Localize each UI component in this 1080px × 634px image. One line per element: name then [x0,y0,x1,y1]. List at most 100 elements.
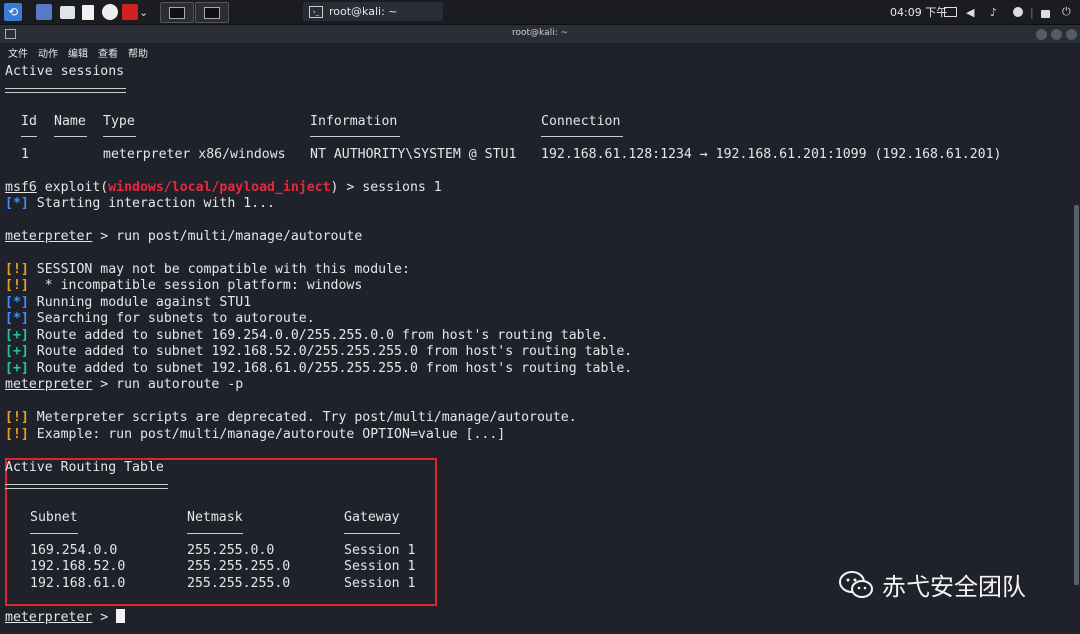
kali-menu-icon[interactable]: ⟲ [4,3,22,21]
display-icon[interactable] [944,3,957,21]
col-underline [187,533,243,534]
route-gateway: Session 1 [344,576,416,591]
show-desktop-icon[interactable] [36,3,52,21]
meterpreter-prompt-line: meterpreter > run autoroute -p [5,377,243,393]
volume-icon[interactable]: ◀ [966,3,974,21]
power-icon[interactable]: ⏻ [1062,3,1071,21]
prompt-command: > run post/multi/manage/autoroute [92,229,363,244]
col-underline [541,136,623,137]
ok-tag: [+] [5,344,29,359]
module-name: windows/local/payload_inject [108,180,331,195]
power-status-icon[interactable] [1013,3,1023,21]
app-launcher-icon[interactable] [122,3,138,21]
col-underline [344,533,400,534]
route-netmask: 255.255.255.0 [187,576,291,591]
info-tag: [*] [5,295,29,310]
menu-action[interactable]: 动作 [38,45,58,60]
msf-prompt-line: msf6 exploit(windows/local/payload_injec… [5,180,442,196]
ok-tag: [+] [5,328,29,343]
output-text: Route added to subnet 169.254.0.0/255.25… [36,328,609,343]
msf-prompt: msf6 [5,180,37,195]
watermark: 赤弋安全团队 [838,567,1026,602]
workspace-2[interactable] [195,2,229,23]
meterpreter-prompt: meterpreter [5,377,93,392]
warn-tag: [!] [5,262,29,277]
output-text: Example: run post/multi/manage/autoroute… [36,427,506,442]
output-line: [+] Route added to subnet 192.168.52.0/2… [5,344,632,360]
col-underline [103,136,136,137]
terminal-icon: ›_ [309,5,323,18]
col-underline [54,136,87,137]
wechat-icon [838,570,874,600]
file-manager-icon[interactable] [60,3,75,21]
menu-file[interactable]: 文件 [8,45,28,60]
output-text: Starting interaction with 1... [36,196,275,211]
lock-icon[interactable] [1041,3,1050,21]
close-button[interactable] [1066,29,1077,40]
panel-separator: | [1030,5,1034,19]
warn-tag: [!] [5,427,29,442]
col-type: Type [103,114,135,129]
workspace-1[interactable] [160,2,194,23]
sessions-heading: Active sessions [5,64,125,79]
col-name: Name [54,114,86,129]
output-text: Searching for subnets to autoroute. [36,311,315,326]
col-netmask: Netmask [187,510,243,525]
output-line: [+] Route added to subnet 169.254.0.0/25… [5,328,608,344]
route-netmask: 255.255.0.0 [187,543,275,558]
output-text: Route added to subnet 192.168.61.0/255.2… [36,361,633,376]
chevron-down-icon[interactable]: ⌄ [139,3,148,21]
session-connection: 192.168.61.128:1234 → 192.168.61.201:109… [541,147,1002,162]
terminal-output[interactable]: Active sessions Id Name Type Information… [5,62,1070,634]
route-gateway: Session 1 [344,543,416,558]
info-tag: [*] [5,311,29,326]
prompt-command: ) > sessions 1 [330,180,442,195]
text-cursor [116,609,126,623]
output-line: [!] * incompatible session platform: win… [5,278,362,294]
session-id: 1 [21,147,29,162]
col-subnet: Subnet [30,510,78,525]
menu-edit[interactable]: 编辑 [68,45,88,60]
warn-tag: [!] [5,410,29,425]
maximize-button[interactable] [1051,29,1062,40]
session-info: NT AUTHORITY\SYSTEM @ STU1 [310,147,517,162]
prompt-text: exploit( [36,180,109,195]
clock[interactable]: 04:09 下午 [890,4,947,20]
menu-help[interactable]: 帮助 [128,45,148,60]
menu-view[interactable]: 查看 [98,45,118,60]
heading-underline [5,88,126,93]
session-type: meterpreter x86/windows [103,147,286,162]
output-text: * incompatible session platform: windows [36,278,363,293]
text-editor-icon[interactable] [82,3,94,21]
window-titlebar[interactable]: root@kali: ~ [0,25,1080,43]
output-line: [!] Example: run post/multi/manage/autor… [5,427,505,443]
scrollbar[interactable] [1074,205,1079,585]
output-text: SESSION may not be compatible with this … [36,262,410,277]
prompt-command: > run autoroute -p [92,377,244,392]
col-id: Id [21,114,37,129]
meterpreter-prompt: meterpreter [5,229,93,244]
col-underline [21,136,37,137]
browser-icon[interactable] [102,3,118,21]
output-text: Running module against STU1 [36,295,252,310]
top-panel: ⟲ ⌄ ›_ root@kali: ~ 04:09 下午 ◀ ♪ | ⏻ [0,0,1080,25]
meterpreter-prompt-line[interactable]: meterpreter > [5,609,126,626]
notification-bell-icon[interactable]: ♪ [990,3,997,21]
route-netmask: 255.255.255.0 [187,559,291,574]
col-underline [310,136,400,137]
output-text: Route added to subnet 192.168.52.0/255.2… [36,344,633,359]
output-line: [*] Starting interaction with 1... [5,196,275,212]
window-title: root@kali: ~ [511,28,569,38]
route-subnet: 169.254.0.0 [30,543,118,558]
output-line: [*] Searching for subnets to autoroute. [5,311,315,327]
output-line: [!] SESSION may not be compatible with t… [5,262,410,278]
col-gateway: Gateway [344,510,400,525]
output-line: [*] Running module against STU1 [5,295,251,311]
route-subnet: 192.168.52.0 [30,559,126,574]
output-text: Meterpreter scripts are deprecated. Try … [36,410,577,425]
menu-bar: 文件 动作 编辑 查看 帮助 [0,43,1080,61]
task-button-terminal[interactable]: ›_ root@kali: ~ [303,2,443,21]
task-title: root@kali: ~ [329,5,398,18]
route-gateway: Session 1 [344,559,416,574]
minimize-button[interactable] [1036,29,1047,40]
